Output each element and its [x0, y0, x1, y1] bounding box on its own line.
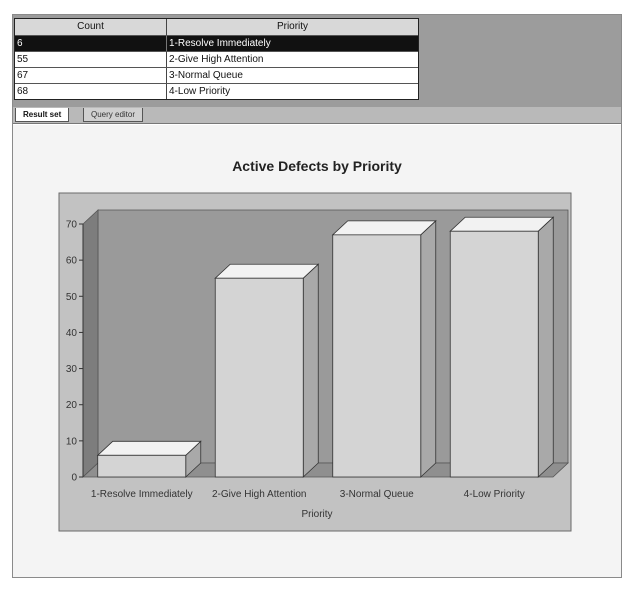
bar-top [214, 263, 320, 279]
y-tick-label: 10 [66, 436, 78, 447]
bar-side [302, 263, 319, 478]
view-tab-strip: Result set Query editor [13, 107, 621, 124]
result-grid-area: Count Priority 6 1-Resolve Immediately 5… [13, 15, 621, 107]
bar [214, 277, 304, 478]
table-row[interactable]: 55 2-Give High Attention [15, 51, 418, 67]
result-grid: Count Priority 6 1-Resolve Immediately 5… [14, 18, 419, 100]
bar [449, 230, 539, 478]
count-cell[interactable]: 55 [15, 52, 167, 67]
y-tick-label: 20 [66, 400, 78, 411]
chart-side-wall [82, 209, 99, 478]
tab-query-editor[interactable]: Query editor [83, 108, 144, 122]
bar-side [420, 219, 437, 478]
column-header-count[interactable]: Count [15, 19, 167, 35]
x-axis-title: Priority [301, 509, 332, 520]
grid-header-row: Count Priority [15, 19, 418, 35]
priority-cell[interactable]: 3-Normal Queue [167, 68, 418, 83]
table-row[interactable]: 67 3-Normal Queue [15, 67, 418, 83]
x-tick-label: 1-Resolve Immediately [91, 489, 193, 500]
chart-area: Active Defects by Priority 0 10 20 30 40 50 60 7… [13, 125, 621, 577]
y-tick-label: 30 [66, 364, 78, 375]
column-header-priority[interactable]: Priority [167, 19, 418, 35]
count-cell[interactable]: 67 [15, 68, 167, 83]
priority-cell[interactable]: 1-Resolve Immediately [167, 36, 418, 51]
bar-top [96, 440, 202, 456]
bar-chart: Active Defects by Priority 0 10 20 30 40 50 60 7… [58, 158, 572, 532]
y-tick-label: 60 [66, 256, 78, 267]
x-tick-label: 2-Give High Attention [212, 489, 307, 500]
priority-cell[interactable]: 4-Low Priority [167, 84, 418, 99]
priority-cell[interactable]: 2-Give High Attention [167, 52, 418, 67]
count-cell[interactable]: 6 [15, 36, 167, 51]
count-cell[interactable]: 68 [15, 84, 167, 99]
x-tick-label: 4-Low Priority [464, 489, 525, 500]
bar [332, 234, 422, 478]
bar [97, 454, 187, 478]
chart-title: Active Defects by Priority [232, 158, 402, 174]
query-results-window: Count Priority 6 1-Resolve Immediately 5… [12, 14, 622, 578]
table-row[interactable]: 6 1-Resolve Immediately [15, 35, 418, 51]
y-tick-label: 50 [66, 292, 78, 303]
y-tick-label: 0 [71, 473, 77, 484]
bar-side [537, 216, 554, 478]
bar-top [331, 220, 437, 236]
tab-result-set[interactable]: Result set [15, 108, 70, 122]
y-tick-label: 40 [66, 328, 78, 339]
table-row[interactable]: 68 4-Low Priority [15, 83, 418, 99]
y-tick-label: 70 [66, 220, 78, 231]
bar-top [449, 216, 555, 232]
x-tick-label: 3-Normal Queue [340, 489, 414, 500]
